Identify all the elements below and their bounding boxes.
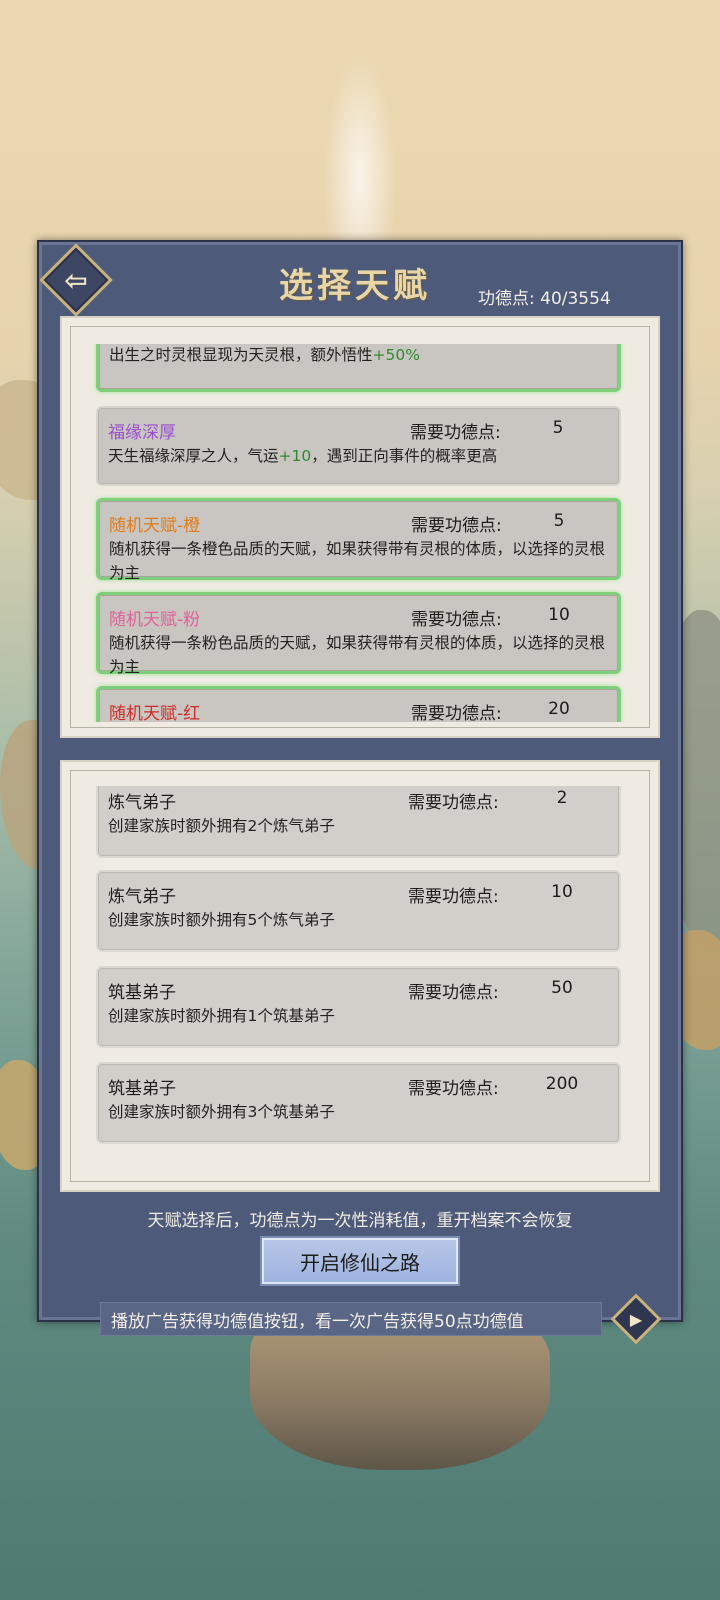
talent-card[interactable]: 随机天赋-橙 需要功德点: 5 随机获得一条橙色品质的天赋，如果获得带有灵根的体质，以…	[96, 498, 621, 582]
cost-value: 50	[551, 978, 573, 998]
disciple-description: 创建家族时额外拥有3个筑基弟子	[108, 1103, 335, 1121]
talent-description: 天生福缘深厚之人，气运+10，遇到正向事件的概率更高	[108, 444, 608, 468]
talent-list[interactable]: 需要功德点:出生之时灵根显现为天灵根，额外悟性+50%福缘深厚需要功德点:5天生…	[92, 344, 628, 722]
description-text: 天生福缘深厚之人，气运	[108, 447, 279, 465]
description-highlight: +50%	[372, 346, 420, 364]
disciple-card[interactable]: 炼气弟子 需要功德点: 2 创建家族时额外拥有2个炼气弟子	[96, 786, 621, 858]
start-cultivation-button[interactable]: 开启修仙之路	[262, 1238, 458, 1284]
talent-card[interactable]: 福缘深厚 需要功德点: 5 天生福缘深厚之人，气运+10，遇到正向事件的概率更高	[96, 406, 621, 486]
disciple-name: 炼气弟子	[108, 793, 176, 813]
description-text: 随机获得一条粉色品质的天赋，如果获得带有灵根的体质，以选择的灵根为主	[109, 634, 606, 676]
talent-name: 随机天赋-粉	[109, 610, 201, 630]
talent-card[interactable]: 随机天赋-粉 需要功德点: 10 随机获得一条粉色品质的天赋，如果获得带有灵根的体质，…	[96, 592, 621, 676]
cost-value: 10	[548, 605, 570, 625]
cost-label: 需要功德点:	[408, 983, 499, 1003]
cost-label: 需要功德点:	[411, 610, 502, 630]
talent-description: 出生之时灵根显现为天灵根，额外悟性+50%	[109, 344, 609, 367]
page-title: 选择天赋	[279, 266, 431, 306]
cost-label: 需要功德点:	[408, 793, 499, 813]
watch-ad-bar[interactable]: 播放广告获得功德值按钮，看一次广告获得50点功德值	[100, 1302, 602, 1336]
disciple-description: 创建家族时额外拥有5个炼气弟子	[108, 911, 335, 929]
play-triangle-icon[interactable]: ▶	[618, 1301, 654, 1337]
cost-label: 需要功德点:	[408, 887, 499, 907]
consumption-notice: 天赋选择后，功德点为一次性消耗值，重开档案不会恢复	[147, 1211, 573, 1231]
cost-value: 5	[553, 511, 565, 531]
disciple-card[interactable]: 炼气弟子 需要功德点: 10 创建家族时额外拥有5个炼气弟子	[96, 870, 621, 952]
cost-label: 需要功德点:	[411, 516, 502, 536]
disciple-description: 创建家族时额外拥有1个筑基弟子	[108, 1007, 335, 1025]
talent-card[interactable]: 随机天赋-红 需要功德点: 20	[96, 686, 621, 722]
description-highlight: +10	[278, 447, 312, 465]
smoke-wisp	[320, 40, 400, 270]
disciple-list[interactable]: 炼气弟子 需要功德点: 2 创建家族时额外拥有2个炼气弟子 炼气弟子 需要功德点: 10 创建…	[96, 786, 626, 1164]
disciple-card[interactable]: 筑基弟子 需要功德点: 50 创建家族时额外拥有1个筑基弟子	[96, 966, 621, 1048]
talent-name: 随机天赋-橙	[109, 516, 201, 536]
cost-value: 20	[548, 699, 570, 719]
talent-card[interactable]: 需要功德点:出生之时灵根显现为天灵根，额外悟性+50%	[96, 344, 621, 392]
cost-value: 200	[545, 1074, 579, 1094]
cost-value: 2	[556, 788, 568, 808]
talent-description: 随机获得一条橙色品质的天赋，如果获得带有灵根的体质，以选择的灵根为主	[109, 537, 609, 585]
merit-points: 功德点: 40/3554	[478, 289, 611, 309]
back-arrow-icon[interactable]: ⇦	[50, 254, 102, 306]
talent-description: 随机获得一条粉色品质的天赋，如果获得带有灵根的体质，以选择的灵根为主	[109, 631, 609, 679]
talent-name: 福缘深厚	[108, 423, 176, 443]
talent-name: 随机天赋-红	[109, 704, 201, 722]
disciple-name: 筑基弟子	[108, 1079, 176, 1099]
cost-label: 需要功德点:	[410, 423, 501, 443]
disciple-name: 筑基弟子	[108, 983, 176, 1003]
disciple-description: 创建家族时额外拥有2个炼气弟子	[108, 817, 335, 835]
cost-value: 5	[552, 418, 564, 438]
cost-value: 10	[551, 882, 573, 902]
cost-label: 需要功德点:	[411, 704, 502, 722]
description-text: 出生之时灵根显现为天灵根，额外悟性	[109, 346, 373, 364]
description-text: ，遇到正向事件的概率更高	[311, 447, 498, 465]
disciple-name: 炼气弟子	[108, 887, 176, 907]
description-text: 随机获得一条橙色品质的天赋，如果获得带有灵根的体质，以选择的灵根为主	[109, 540, 606, 582]
disciple-card[interactable]: 筑基弟子 需要功德点: 200 创建家族时额外拥有3个筑基弟子	[96, 1062, 621, 1144]
cost-label: 需要功德点:	[408, 1079, 499, 1099]
